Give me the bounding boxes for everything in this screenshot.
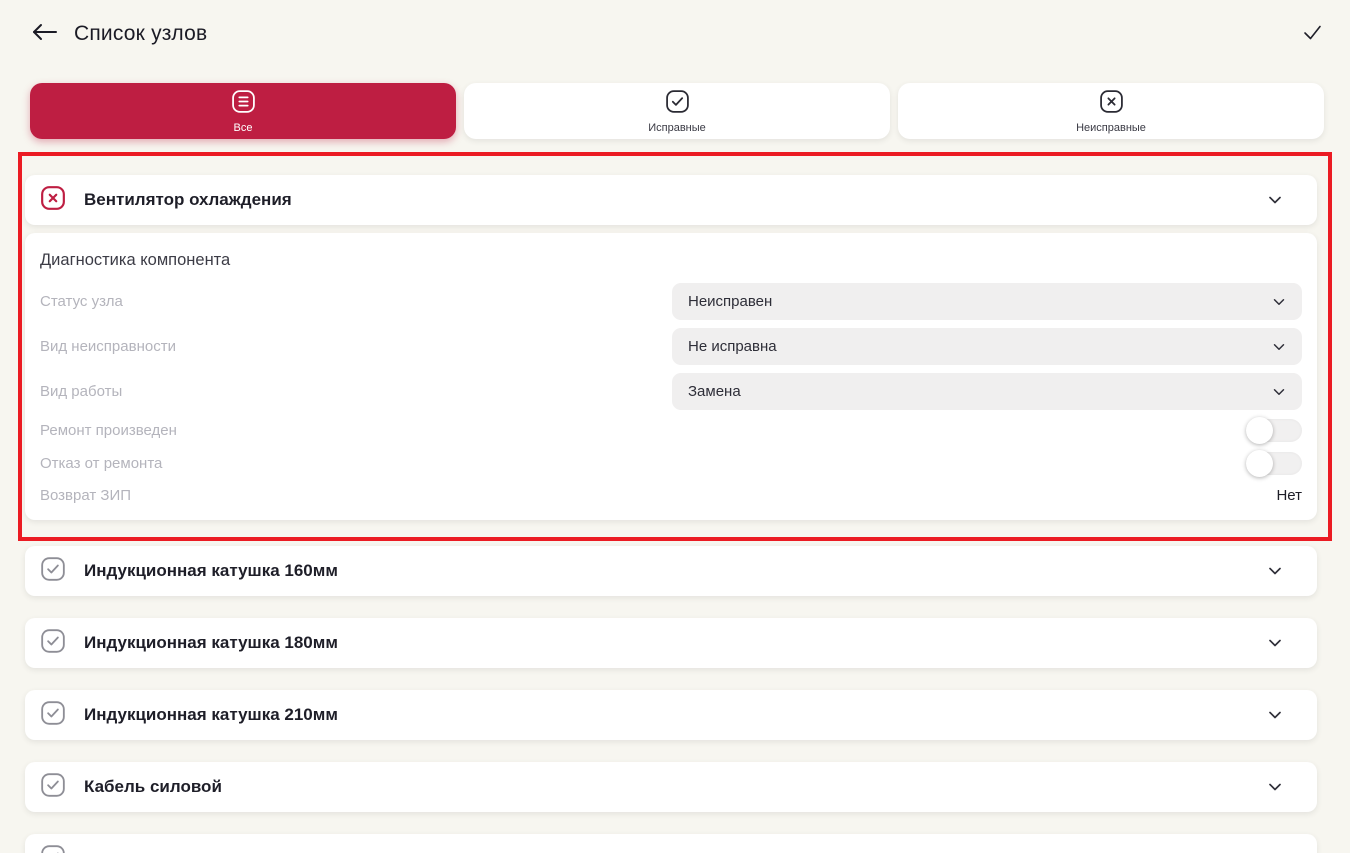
chevron-down-icon xyxy=(1265,561,1285,581)
select-value: Неисправен xyxy=(688,293,772,310)
field-label: Отказ от ремонта xyxy=(40,455,162,472)
diagnostics-panel: Диагностика компонента Статус узла Неисп… xyxy=(25,233,1317,520)
accordion-title: Кабель силовой xyxy=(84,777,222,797)
filter-tabs: Все Исправные Неисправные xyxy=(30,83,1324,139)
check-square-icon xyxy=(40,700,66,731)
confirm-button[interactable] xyxy=(1299,20,1325,49)
node-status-select[interactable]: Неисправен xyxy=(672,283,1302,320)
check-icon xyxy=(1299,20,1325,49)
chevron-down-icon xyxy=(1265,777,1285,797)
x-square-icon xyxy=(1099,89,1124,119)
field-row-status: Статус узла Неисправен xyxy=(40,283,1302,320)
field-label: Вид неисправности xyxy=(40,338,176,355)
tab-faulty[interactable]: Неисправные xyxy=(898,83,1324,139)
field-label: Статус узла xyxy=(40,293,123,310)
accordion-title: Индукционная катушка 210мм xyxy=(84,705,338,725)
select-value: Замена xyxy=(688,383,741,400)
tab-faulty-label: Неисправные xyxy=(1076,122,1146,134)
fault-type-select[interactable]: Не исправна xyxy=(672,328,1302,365)
select-value: Не исправна xyxy=(688,338,777,355)
field-label: Вид работы xyxy=(40,383,122,400)
chevron-down-icon xyxy=(1270,338,1288,356)
component-list: Вентилятор охлаждения Диагностика компон… xyxy=(25,175,1317,853)
accordion-header-cooling-fan[interactable]: Вентилятор охлаждения xyxy=(25,175,1317,225)
chevron-down-icon xyxy=(1265,633,1285,653)
tab-working[interactable]: Исправные xyxy=(464,83,890,139)
work-type-select[interactable]: Замена xyxy=(672,373,1302,410)
toggle-knob xyxy=(1246,417,1273,444)
app-header: Список узлов xyxy=(30,14,1325,54)
accordion-header-power-cable[interactable]: Кабель силовой xyxy=(25,762,1317,812)
repair-refused-toggle[interactable] xyxy=(1246,452,1302,475)
toggle-knob xyxy=(1246,450,1273,477)
field-row-spare-return: Возврат ЗИП Нет xyxy=(40,484,1302,506)
check-square-icon xyxy=(665,89,690,119)
accordion-title: Индукционная катушка 160мм xyxy=(84,561,338,581)
chevron-down-icon xyxy=(1265,190,1285,210)
accordion-title: Индукционная катушка 180мм xyxy=(84,633,338,653)
chevron-down-icon xyxy=(1265,849,1285,853)
check-square-icon xyxy=(40,844,66,853)
chevron-down-icon xyxy=(1265,705,1285,725)
x-square-icon xyxy=(40,185,66,216)
check-square-icon xyxy=(40,772,66,803)
page-title: Список узлов xyxy=(74,22,207,46)
field-label: Ремонт произведен xyxy=(40,422,177,439)
chevron-down-icon xyxy=(1270,383,1288,401)
repair-done-toggle[interactable] xyxy=(1246,419,1302,442)
accordion-title: Вентилятор охлаждения xyxy=(84,190,292,210)
arrow-left-icon xyxy=(30,23,58,46)
tab-all[interactable]: Все xyxy=(30,83,456,139)
accordion-header-coil-160[interactable]: Индукционная катушка 160мм xyxy=(25,546,1317,596)
field-row-fault-type: Вид неисправности Не исправна xyxy=(40,328,1302,365)
accordion-header-coil-180[interactable]: Индукционная катушка 180мм xyxy=(25,618,1317,668)
list-square-icon xyxy=(231,89,256,119)
field-row-repair-done: Ремонт произведен xyxy=(40,418,1302,442)
field-row-work-type: Вид работы Замена xyxy=(40,373,1302,410)
tab-working-label: Исправные xyxy=(648,122,706,134)
field-row-repair-refused: Отказ от ремонта xyxy=(40,451,1302,475)
spare-return-value: Нет xyxy=(1276,487,1302,504)
section-title: Диагностика компонента xyxy=(40,249,1302,271)
tab-all-label: Все xyxy=(234,122,253,134)
accordion-header-coil-210[interactable]: Индукционная катушка 210мм xyxy=(25,690,1317,740)
field-label: Возврат ЗИП xyxy=(40,487,131,504)
check-square-icon xyxy=(40,556,66,587)
chevron-down-icon xyxy=(1270,293,1288,311)
check-square-icon xyxy=(40,628,66,659)
back-button[interactable] xyxy=(30,23,58,46)
accordion-header-partial[interactable] xyxy=(25,834,1317,853)
